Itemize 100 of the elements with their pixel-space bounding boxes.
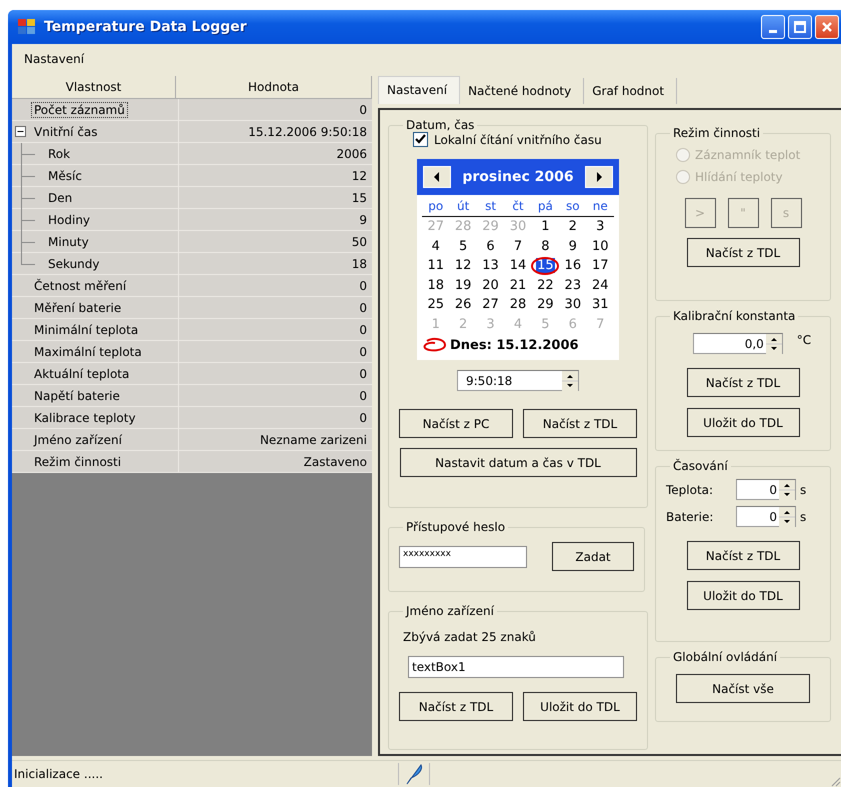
calendar-day[interactable]: 24: [590, 278, 610, 293]
calendar-day[interactable]: 28: [508, 297, 528, 312]
timing-button[interactable]: Uložit do TDL: [686, 581, 800, 610]
tab[interactable]: Načtené hodnoty: [460, 78, 584, 104]
calendar-day[interactable]: 12: [454, 258, 472, 274]
calendar-day[interactable]: 27: [481, 297, 500, 312]
name-field[interactable]: textBox1: [408, 656, 624, 678]
calendar-day[interactable]: 31: [590, 297, 610, 312]
load-button[interactable]: Načíst z PC: [399, 409, 513, 438]
checkbox[interactable]: [413, 132, 428, 147]
calendar-day[interactable]: 4: [430, 238, 441, 254]
column-header[interactable]: Hodnota: [176, 76, 372, 98]
calibration-button[interactable]: Uložit do TDL: [686, 408, 800, 437]
property-name[interactable]: Četnost měření: [31, 278, 130, 294]
spinner-arrows-icon[interactable]: [779, 480, 795, 500]
calendar-day[interactable]: 23: [564, 278, 582, 293]
window-title: Temperature Data Logger: [44, 19, 248, 35]
today-label[interactable]: Dnes: 15.12.2006: [450, 338, 579, 352]
calendar-day[interactable]: 22: [536, 278, 555, 293]
calendar-day[interactable]: 6: [485, 238, 496, 254]
calendar-day[interactable]: 2: [568, 219, 578, 234]
calendar-day[interactable]: 13: [481, 258, 500, 274]
load-button[interactable]: Načíst z TDL: [686, 238, 800, 267]
calendar-day[interactable]: 1: [540, 219, 551, 234]
spinner-arrows-icon[interactable]: [766, 334, 782, 354]
property-value: 0: [359, 102, 367, 116]
today-marker-icon: [423, 337, 447, 353]
weekday-label: ne: [592, 198, 609, 215]
tab[interactable]: Nastavení: [378, 76, 460, 104]
spinner-arrows-icon[interactable]: [779, 506, 795, 526]
calendar-day[interactable]: 5: [458, 238, 468, 254]
property-value: 0: [359, 344, 367, 358]
interval-spinner[interactable]: 0: [736, 506, 796, 527]
unit-label: s: [800, 482, 806, 496]
load-button[interactable]: Načíst z TDL: [523, 409, 637, 438]
resize-grip[interactable]: [829, 775, 841, 787]
property-name[interactable]: Měsíc: [45, 168, 85, 184]
calendar-day[interactable]: 14: [508, 258, 528, 274]
maximize-button[interactable]: [788, 15, 812, 39]
property-name[interactable]: Vnitřní čas: [31, 124, 101, 140]
property-name[interactable]: Den: [45, 190, 76, 206]
calendar-day[interactable]: 30: [564, 297, 582, 312]
calendar-day[interactable]: 9: [568, 238, 578, 254]
property-name[interactable]: Sekundy: [45, 256, 103, 272]
minimize-icon: [769, 30, 777, 33]
calendar-day[interactable]: 29: [536, 297, 555, 312]
property-value: 0: [359, 322, 367, 336]
collapse-icon[interactable]: [15, 126, 26, 137]
interval-spinner[interactable]: 0: [736, 479, 796, 500]
property-name[interactable]: Kalibrace teploty: [31, 410, 139, 426]
calendar-day[interactable]: 17: [590, 258, 610, 274]
previous-month-button[interactable]: [423, 166, 451, 188]
weekday-label: pá: [536, 198, 554, 215]
calendar-day[interactable]: 3: [595, 219, 606, 234]
device-name-button[interactable]: Načíst z TDL: [399, 692, 513, 721]
calendar-day[interactable]: 10: [590, 238, 610, 254]
calendar-day[interactable]: 11: [426, 258, 445, 274]
timing-button[interactable]: Načíst z TDL: [686, 541, 800, 570]
calendar-day[interactable]: 26: [454, 297, 472, 312]
calendar-day[interactable]: 25: [426, 297, 445, 312]
calendar-day[interactable]: 8: [540, 238, 551, 254]
next-month-button[interactable]: [585, 166, 613, 188]
calendar-day[interactable]: 7: [512, 238, 524, 254]
menu-item[interactable]: Nastavení: [22, 50, 86, 68]
property-name[interactable]: Minuty: [45, 234, 92, 250]
close-button[interactable]: [815, 15, 839, 39]
property-name[interactable]: Režim činnosti: [31, 454, 124, 470]
column-header[interactable]: Vlastnost: [12, 76, 176, 98]
calendar-day[interactable]: 20: [481, 278, 500, 293]
property-name[interactable]: Minimální teplota: [31, 322, 142, 338]
submit-button[interactable]: Zadat: [552, 542, 634, 571]
property-name[interactable]: Maximální teplota: [31, 344, 145, 360]
field-label: Teplota:: [666, 482, 714, 496]
right-triangle-icon: [595, 172, 603, 182]
spinner-arrows-icon[interactable]: [562, 370, 578, 390]
property-name[interactable]: Rok: [45, 146, 74, 162]
minimize-button[interactable]: [761, 15, 785, 39]
maximize-icon: [793, 20, 807, 34]
calendar-day[interactable]: 19: [454, 278, 472, 293]
password-field[interactable]: xxxxxxxxx: [399, 546, 527, 568]
property-name[interactable]: Aktuální teplota: [31, 366, 132, 382]
calendar-day[interactable]: 21: [508, 278, 528, 293]
time-spinner[interactable]: 9:50:18: [457, 370, 579, 391]
calibration-button[interactable]: Načíst z TDL: [686, 368, 800, 397]
property-name[interactable]: Napětí baterie: [31, 388, 123, 404]
device-name-button[interactable]: Uložit do TDL: [523, 692, 637, 721]
property-name[interactable]: Jméno zařízení: [31, 432, 125, 448]
checkbox-label[interactable]: Lokalní čítání vnitřního času: [434, 132, 602, 146]
property-value: 12: [352, 168, 367, 182]
load-all-button[interactable]: Načíst vše: [676, 674, 810, 703]
month-title: prosinec 2006: [462, 169, 574, 185]
property-name[interactable]: Počet záznamů: [31, 102, 128, 118]
calibration-spinner[interactable]: 0,0: [692, 333, 783, 354]
calendar-day[interactable]: 16: [564, 258, 582, 274]
property-name[interactable]: Měření baterie: [31, 300, 124, 316]
set-datetime-button[interactable]: Nastavit datum a čas v TDL: [400, 448, 636, 477]
property-value: Nezname zarizeni: [260, 432, 367, 446]
property-name[interactable]: Hodiny: [45, 212, 94, 228]
calendar-day[interactable]: 18: [426, 278, 445, 293]
tab[interactable]: Graf hodnot: [584, 78, 678, 104]
